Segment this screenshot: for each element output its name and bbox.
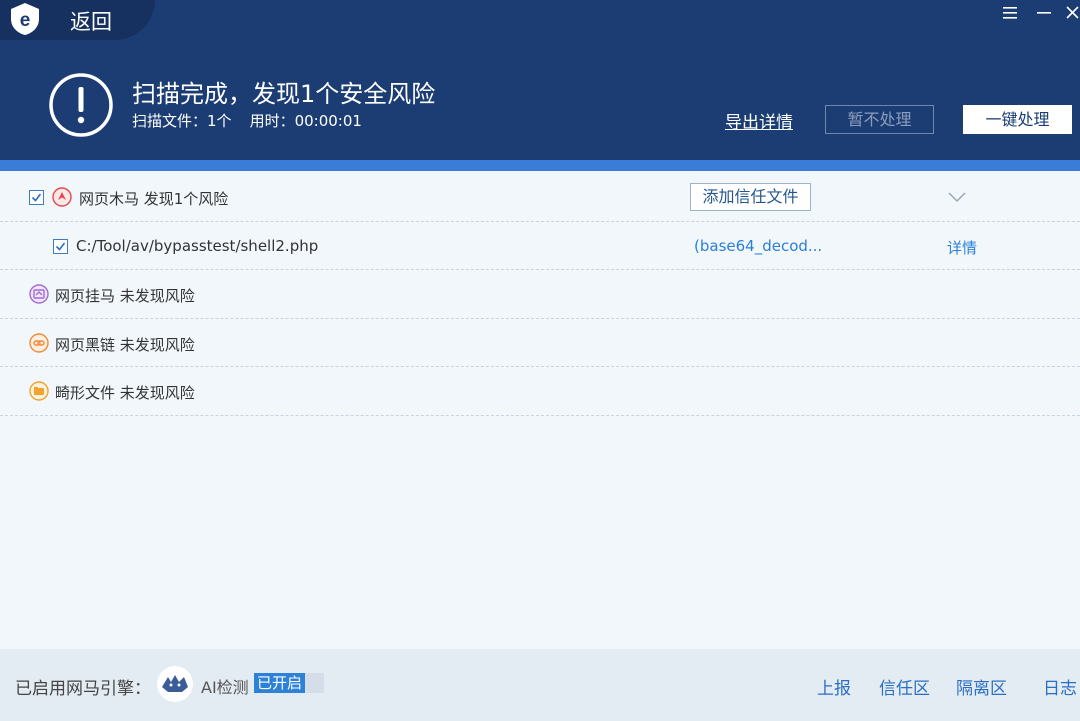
webshell-trojan-icon (52, 187, 72, 207)
export-details-link[interactable]: 导出详情 (725, 108, 793, 133)
web-hang-horse-icon (29, 284, 49, 304)
chevron-down-icon[interactable] (946, 188, 968, 206)
add-trusted-file-button[interactable]: 添加信任文件 (690, 183, 811, 211)
ignore-button[interactable]: 暂不处理 (825, 105, 934, 134)
threat-signature-link[interactable]: (base64_decod... (694, 237, 822, 255)
category-label: 网页挂马 未发现风险 (55, 287, 195, 305)
category-label: 网页黑链 未发现风险 (55, 335, 195, 354)
malformed-file-icon (29, 381, 49, 401)
scan-result-title: 扫描完成，发现1个安全风险 (132, 80, 436, 108)
check-icon (31, 193, 42, 202)
file-path: C:/Tool/av/bypasstest/shell2.php (76, 236, 319, 255)
ai-status-toggle[interactable]: 已开启 (254, 673, 324, 693)
files-value: 1个 (207, 112, 232, 130)
category-row-web-hang[interactable]: 网页挂马 未发现风险 (0, 270, 1080, 319)
finding-checkbox[interactable] (53, 238, 68, 254)
black-link-icon (29, 332, 49, 353)
quarantine-link[interactable]: 隔离区 (956, 674, 1007, 699)
detail-link[interactable]: 详情 (947, 237, 977, 258)
check-icon (55, 242, 66, 251)
report-link[interactable]: 上报 (817, 674, 851, 699)
engine-label: 已启用网马引擎： (15, 679, 151, 699)
minimize-icon[interactable] (1033, 2, 1055, 24)
category-row-malformed[interactable]: 畸形文件 未发现风险 (0, 367, 1080, 416)
files-label: 扫描文件： (132, 112, 208, 130)
category-checkbox[interactable] (29, 190, 44, 205)
menu-icon[interactable] (999, 2, 1021, 24)
one-click-fix-button[interactable]: 一键处理 (963, 105, 1072, 134)
category-row-webshell[interactable]: 网页木马 发现1个风险 添加信任文件 (0, 173, 1080, 222)
header-panel: e 返回 扫描完成，发现1个安全风险 扫描文件：1个 用时：00:00:01 导出… (0, 0, 1080, 160)
time-label: 用时： (249, 112, 295, 130)
category-row-black-link[interactable]: 网页黑链 未发现风险 (0, 319, 1080, 367)
trust-zone-link[interactable]: 信任区 (879, 674, 930, 699)
log-link[interactable]: 日志 (1043, 674, 1077, 699)
ai-status-badge: 已开启 (254, 673, 306, 693)
time-value: 00:00:01 (294, 112, 362, 130)
category-label: 畸形文件 未发现风险 (55, 384, 195, 402)
accent-bar (0, 160, 1080, 171)
ai-detection-label: AI检测 (201, 678, 249, 697)
close-icon[interactable] (1062, 2, 1080, 24)
category-label: 网页木马 发现1个风险 (79, 190, 229, 208)
back-button[interactable]: 返回 (70, 6, 112, 36)
footer-bar: 已启用网马引擎： AI检测 已开启 上报 信任区 隔离区 日志 (0, 649, 1080, 721)
scan-result-list: 网页木马 发现1个风险 添加信任文件 C:/Tool/av/bypasstest… (0, 173, 1080, 416)
back-tab[interactable]: e 返回 (0, 0, 155, 40)
shield-e-logo-icon: e (11, 3, 39, 35)
ai-wolf-icon (157, 666, 193, 702)
warning-exclamation-icon (49, 73, 113, 137)
svg-text:e: e (20, 10, 31, 31)
scan-stats: 扫描文件：1个 用时：00:00:01 (132, 110, 362, 131)
finding-row[interactable]: C:/Tool/av/bypasstest/shell2.php (base64… (0, 222, 1080, 270)
